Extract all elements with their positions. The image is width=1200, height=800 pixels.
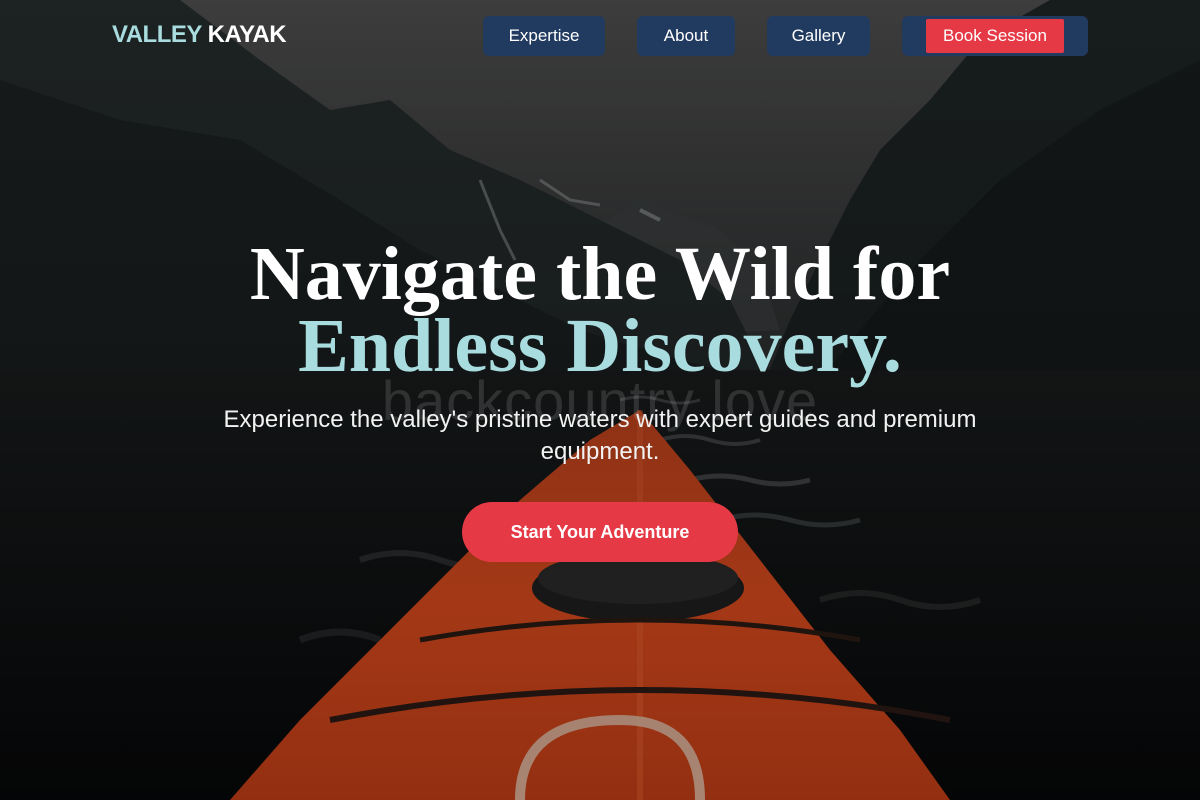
- hero-headline: Navigate the Wild for Endless Discovery.: [0, 232, 1200, 388]
- nav-gallery-button[interactable]: Gallery: [767, 16, 870, 56]
- book-session-button[interactable]: Book Session: [926, 19, 1064, 53]
- brand-logo[interactable]: VALLEY KAYAK: [112, 20, 287, 50]
- brand-logo-part2: KAYAK: [207, 21, 287, 48]
- nav-book-session-container: Book Session: [902, 16, 1088, 56]
- hero-headline-line2: Endless Discovery.: [298, 304, 902, 388]
- nav-expertise-button[interactable]: Expertise: [483, 16, 605, 56]
- brand-logo-part1: VALLEY: [112, 21, 202, 48]
- hero-subtext: Experience the valley's pristine waters …: [223, 406, 977, 465]
- start-adventure-button[interactable]: Start Your Adventure: [462, 502, 738, 562]
- nav-about-button[interactable]: About: [637, 16, 735, 56]
- hero-headline-line1: Navigate the Wild for: [249, 232, 951, 316]
